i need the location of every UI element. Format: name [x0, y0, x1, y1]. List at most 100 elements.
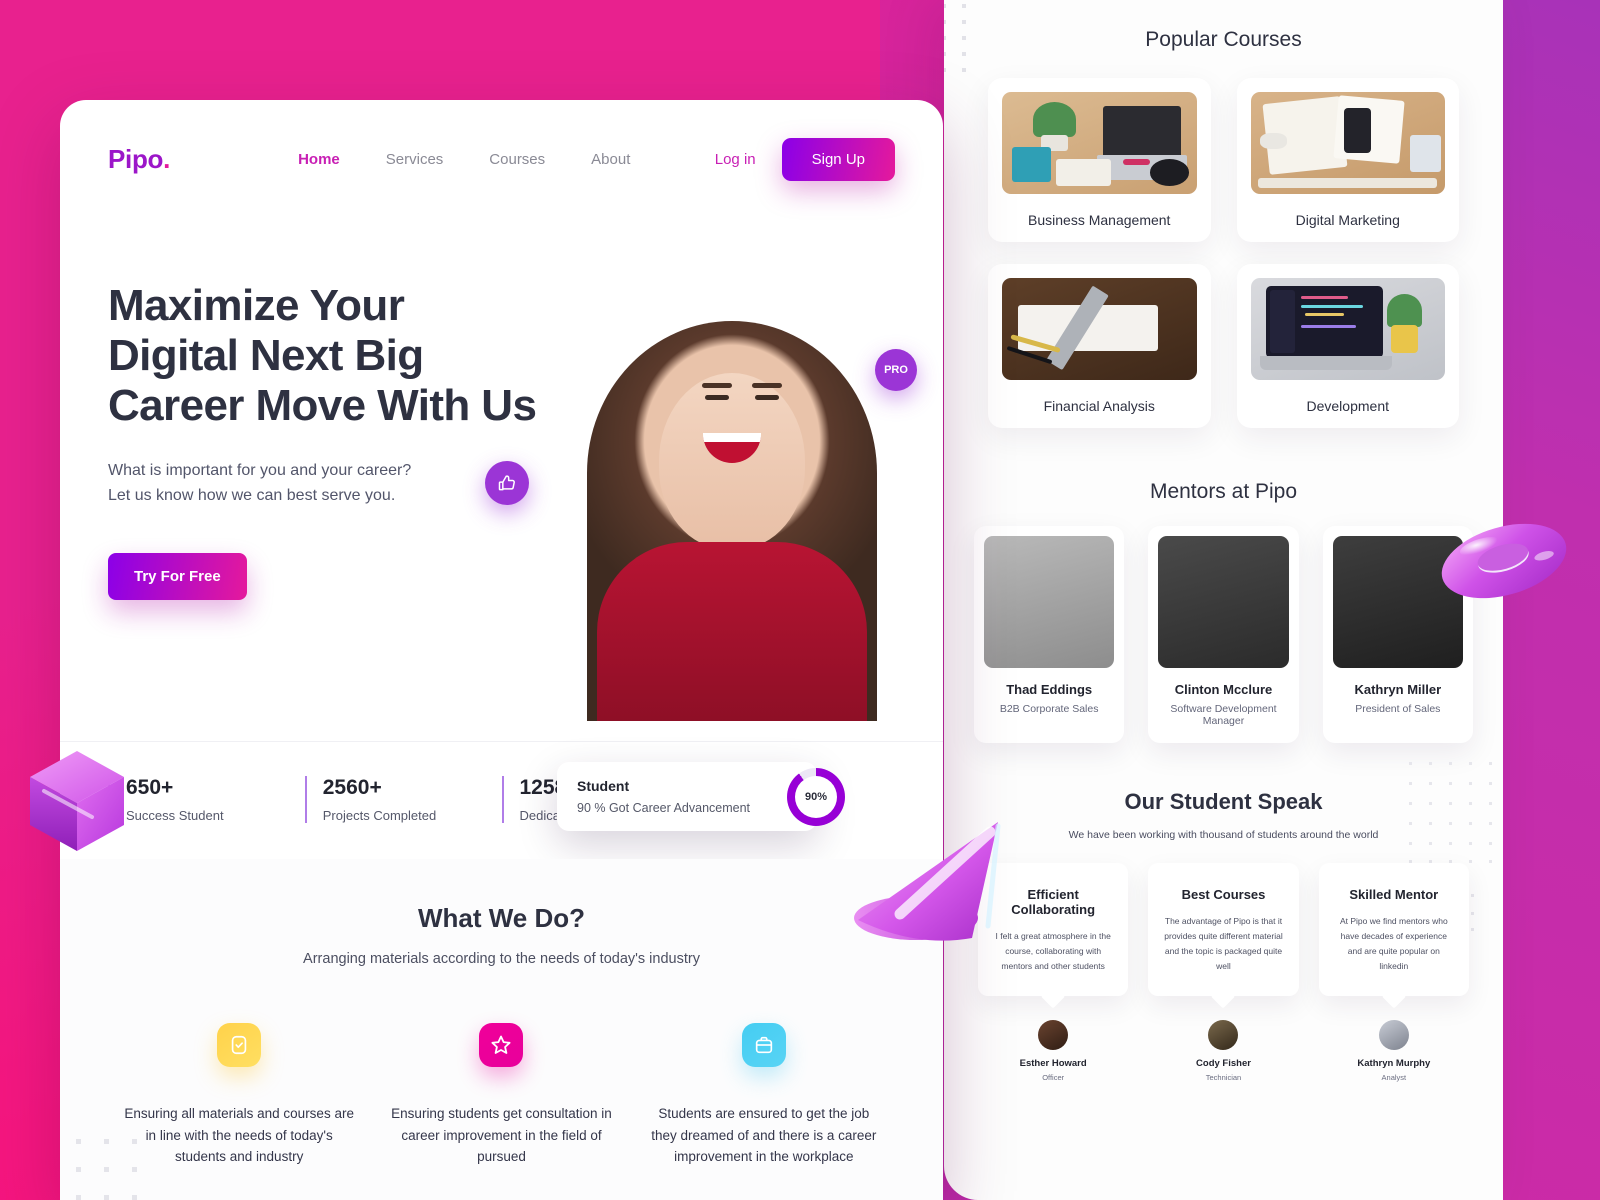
- testimonial-heading: Best Courses: [1181, 887, 1266, 902]
- thumbs-up-icon: [485, 461, 529, 505]
- author-role: Technician: [1205, 1072, 1242, 1082]
- course-name: Development: [1306, 398, 1390, 414]
- dot-grid-decoration-middle: [1409, 762, 1492, 863]
- mentors-title: Mentors at Pipo: [1149, 480, 1298, 503]
- right-panel: Popular Courses Business Management Digi…: [944, 0, 1503, 1200]
- nav-item-home[interactable]: Home: [298, 151, 340, 168]
- briefcase-icon: [741, 1023, 786, 1067]
- what-we-do-section: What We Do? Arranging materials accordin…: [60, 859, 943, 1200]
- testimonial-authors-row: Esther Howard Officer Cody Fisher Techni…: [978, 1019, 1469, 1082]
- course-name: Financial Analysis: [1043, 398, 1155, 414]
- stat-number: 650+: [126, 776, 174, 799]
- login-link[interactable]: Log in: [715, 151, 756, 168]
- stat-label: Success Student: [126, 808, 224, 823]
- mentor-name: Thad Eddings: [1006, 682, 1093, 697]
- course-thumbnail-financial-analysis: [1002, 278, 1197, 380]
- what-we-do-subtitle: Arranging materials according to the nee…: [303, 951, 700, 967]
- course-thumbnail-development: [1250, 278, 1445, 380]
- eyebrow-left: [702, 383, 732, 388]
- testimonial-heading: Efficient Collaborating: [1011, 887, 1096, 917]
- popular-courses-title: Popular Courses: [1145, 28, 1302, 51]
- dot-grid-decoration-top: [944, 4, 966, 72]
- try-for-free-button[interactable]: Try For Free: [108, 553, 247, 601]
- course-card[interactable]: Digital Marketing: [1236, 78, 1459, 242]
- nav-item-courses[interactable]: Courses: [489, 151, 545, 168]
- course-card[interactable]: Business Management: [988, 78, 1211, 242]
- course-name: Business Management: [1028, 212, 1171, 228]
- course-card[interactable]: Financial Analysis: [988, 264, 1211, 428]
- stat-item: 2560+ Projects Completed: [304, 776, 502, 823]
- logo[interactable]: Pipo.: [108, 144, 170, 175]
- testimonial-body: The advantage of Pipo is that it provide…: [1164, 916, 1283, 971]
- feature-row: Ensuring all materials and courses are i…: [108, 1023, 895, 1168]
- testimonial-author: Esther Howard Officer: [978, 1019, 1128, 1082]
- course-card[interactable]: Development: [1236, 264, 1459, 428]
- eyebrow-right: [752, 383, 782, 388]
- author-role: Analyst: [1381, 1072, 1407, 1082]
- testimonial-card[interactable]: Skilled Mentor At Pipo we find mentors w…: [1318, 863, 1469, 1009]
- testimonial-author: Cody Fisher Technician: [1148, 1019, 1298, 1082]
- course-thumbnail-digital-marketing: [1250, 92, 1445, 194]
- signup-button[interactable]: Sign Up: [781, 138, 895, 181]
- author-name: Esther Howard: [1019, 1057, 1087, 1069]
- avatar: [1208, 1019, 1239, 1050]
- eye-left: [705, 395, 729, 400]
- stat-number: 2560+: [322, 776, 382, 799]
- testimonial-pointer: [1041, 984, 1066, 1009]
- testimonial-card[interactable]: Best Courses The advantage of Pipo is th…: [1148, 863, 1299, 1009]
- left-panel: Pipo. Home Services Courses About Log in…: [60, 100, 943, 1200]
- testimonials-subtitle: We have been working with thousand of st…: [1068, 829, 1379, 841]
- author-name: Cody Fisher: [1196, 1057, 1251, 1069]
- student-stat-card: Student 90 % Got Career Advancement 90%: [557, 762, 845, 831]
- logo-dot: .: [163, 144, 171, 174]
- feature-item: Students are ensured to get the job they…: [633, 1023, 895, 1168]
- testimonial-body: I felt a great atmosphere in the course,…: [995, 931, 1111, 971]
- courses-grid: Business Management Digital Marketing Fi…: [944, 52, 1503, 428]
- mentor-card[interactable]: Thad Eddings B2B Corporate Sales: [974, 526, 1125, 743]
- nav-links: Home Services Courses About: [298, 151, 630, 168]
- author-role: Officer: [1042, 1072, 1065, 1082]
- mentor-photo: [984, 536, 1115, 668]
- dot-grid-decoration-bottom-left: [76, 1139, 137, 1200]
- cone-3d-decoration: [854, 822, 1001, 941]
- stat-label: Projects Completed: [322, 808, 437, 823]
- mentor-card[interactable]: Clinton Mcclure Software Development Man…: [1148, 526, 1299, 743]
- hero-heading: Maximize Your Digital Next Big Career Mo…: [108, 281, 537, 431]
- author-name: Kathryn Murphy: [1357, 1057, 1431, 1069]
- testimonials-title: Our Student Speak: [1124, 789, 1323, 814]
- course-name: Digital Marketing: [1295, 212, 1400, 228]
- mentors-section: Mentors at Pipo Thad Eddings B2B Corpora…: [944, 428, 1503, 743]
- mentor-role: B2B Corporate Sales: [999, 703, 1099, 715]
- nav-item-services[interactable]: Services: [386, 151, 444, 168]
- navbar: Pipo. Home Services Courses About Log in…: [60, 100, 943, 181]
- mentor-role: President of Sales: [1355, 703, 1441, 715]
- cube-3d-decoration: [30, 751, 124, 851]
- course-thumbnail-business-management: [1002, 92, 1197, 194]
- feature-text: Students are ensured to get the job they…: [651, 1106, 877, 1165]
- torus-3d-decoration: [1441, 523, 1567, 599]
- mentor-role: Software Development Manager: [1170, 703, 1277, 727]
- hero-paragraph-line1: What is important for you and your caree…: [108, 462, 412, 480]
- testimonial-heading: Skilled Mentor: [1349, 887, 1439, 902]
- mentors-row: Thad Eddings B2B Corporate Sales Clinton…: [974, 526, 1473, 743]
- checklist-icon: [217, 1023, 262, 1067]
- what-we-do-title: What We Do?: [417, 903, 586, 933]
- mentor-name: Clinton Mcclure: [1174, 682, 1273, 697]
- progress-ring-label: 90%: [804, 790, 828, 803]
- stat-card-subtitle: 90 % Got Career Advancement: [577, 801, 751, 815]
- feature-text: Ensuring students get consultation in ca…: [391, 1106, 612, 1165]
- pro-badge: PRO: [875, 349, 917, 391]
- stat-item: 650+ Success Student: [108, 776, 305, 823]
- progress-ring: 90%: [787, 767, 845, 826]
- logo-text: Pipo: [108, 144, 164, 174]
- testimonial-pointer: [1211, 984, 1236, 1009]
- stat-card-title: Student: [577, 778, 630, 794]
- nav-item-about[interactable]: About: [591, 151, 630, 168]
- hero-section: Maximize Your Digital Next Big Career Mo…: [60, 181, 943, 831]
- avatar: [1378, 1019, 1409, 1050]
- mentor-photo: [1158, 536, 1289, 668]
- student-photo: [587, 321, 877, 721]
- testimonial-body: At Pipo we find mentors who have decades…: [1339, 916, 1448, 971]
- testimonials-row: Efficient Collaborating I felt a great a…: [978, 863, 1469, 1009]
- testimonial-author: Kathryn Murphy Analyst: [1319, 1019, 1469, 1082]
